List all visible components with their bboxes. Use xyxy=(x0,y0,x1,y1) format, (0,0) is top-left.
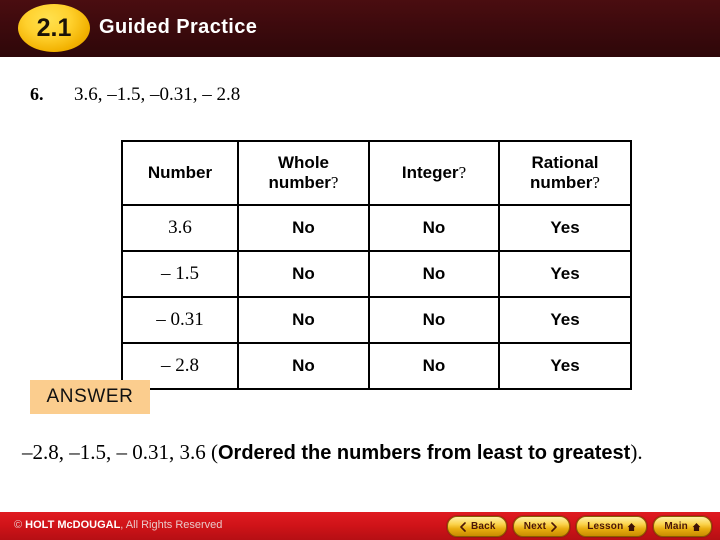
lesson-home-button-label: Lesson xyxy=(587,521,624,532)
next-button[interactable]: Next xyxy=(512,516,571,537)
cell-rational-number: Yes xyxy=(498,296,632,344)
navigation-buttons: Back Next Lesson Main xyxy=(446,516,712,537)
answer-reason: Ordered the numbers from least to greate… xyxy=(218,442,631,464)
cell-integer: No xyxy=(368,296,500,344)
home-icon xyxy=(692,522,701,532)
copyright-notice: © HOLT McDOUGAL, All Rights Reserved xyxy=(14,519,222,531)
answer-values: –2.8, –1.5, – 0.31, 3.6 ( xyxy=(22,440,218,464)
cell-number: – 0.31 xyxy=(121,296,239,344)
cell-whole-number: No xyxy=(237,296,370,344)
cell-whole-number: No xyxy=(237,250,370,298)
column-header-rational-line1: Rational xyxy=(531,153,599,173)
cell-rational-number: Yes xyxy=(498,342,632,390)
home-icon xyxy=(627,522,636,532)
copyright-brand: HOLT McDOUGAL xyxy=(25,519,121,531)
copyright-rest: , All Rights Reserved xyxy=(120,519,223,531)
cell-integer: No xyxy=(368,250,500,298)
table-row: – 2.8 No No Yes xyxy=(121,342,632,390)
answer-explanation: –2.8, –1.5, – 0.31, 3.6 (Ordered the num… xyxy=(22,438,692,467)
cell-whole-number: No xyxy=(237,204,370,252)
table-row: 3.6 No No Yes xyxy=(121,204,632,252)
table-header-row: Number Whole number? Integer? Rational n… xyxy=(121,140,632,206)
lesson-home-button[interactable]: Lesson xyxy=(576,516,648,537)
header-bar: 2.1 Guided Practice xyxy=(0,0,720,57)
column-header-integer-label: Integer xyxy=(401,163,459,183)
lesson-number-badge: 2.1 xyxy=(18,4,90,52)
classification-table: Number Whole number? Integer? Rational n… xyxy=(121,140,632,390)
column-header-number-label: Number xyxy=(147,163,213,183)
footer-bar: © HOLT McDOUGAL, All Rights Reserved Bac… xyxy=(0,512,720,540)
cell-rational-number: Yes xyxy=(498,204,632,252)
column-header-whole-qmark: ? xyxy=(330,173,339,192)
column-header-whole-line1: Whole xyxy=(278,153,329,173)
column-header-number: Number xyxy=(121,140,239,206)
chevron-right-icon xyxy=(550,521,559,532)
main-home-button[interactable]: Main xyxy=(653,516,712,537)
column-header-rational-line2: number xyxy=(530,173,593,192)
page-title: Guided Practice xyxy=(99,16,258,38)
main-home-button-label: Main xyxy=(664,521,688,532)
back-button-label: Back xyxy=(470,521,496,532)
next-button-label: Next xyxy=(523,521,547,532)
cell-integer: No xyxy=(368,204,500,252)
column-header-whole-line2: number xyxy=(268,173,331,192)
cell-rational-number: Yes xyxy=(498,250,632,298)
table-row: – 0.31 No No Yes xyxy=(121,296,632,344)
cell-integer: No xyxy=(368,342,500,390)
lesson-number-label: 2.1 xyxy=(36,13,72,42)
copyright-symbol: © xyxy=(14,519,26,531)
problem-number: 6. xyxy=(30,84,44,104)
column-header-integer: Integer? xyxy=(368,140,500,206)
back-button[interactable]: Back xyxy=(446,516,507,537)
column-header-rational-qmark: ? xyxy=(592,173,600,192)
cell-number: 3.6 xyxy=(121,204,239,252)
column-header-integer-qmark: ? xyxy=(458,163,467,183)
table-row: – 1.5 No No Yes xyxy=(121,250,632,298)
answer-closing: ). xyxy=(630,440,643,464)
chevron-left-icon xyxy=(458,521,467,532)
cell-number: – 1.5 xyxy=(121,250,239,298)
problem-values: 3.6, –1.5, –0.31, – 2.8 xyxy=(74,84,241,105)
answer-badge: ANSWER xyxy=(30,380,150,414)
cell-whole-number: No xyxy=(237,342,370,390)
column-header-rational-number: Rational number? xyxy=(498,140,632,206)
answer-badge-label: ANSWER xyxy=(46,386,134,407)
column-header-whole-number: Whole number? xyxy=(237,140,370,206)
